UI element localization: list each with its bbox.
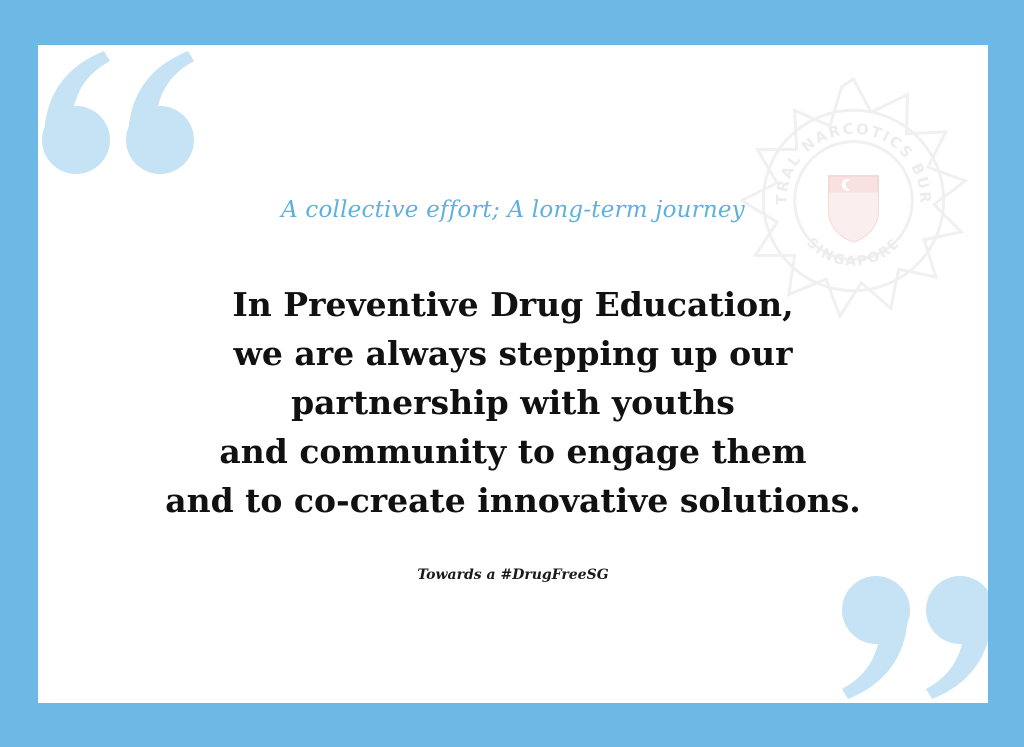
quote-card: CENTRAL NARCOTICS BUREAU SINGAPORE A col… [38, 45, 988, 703]
quote-line: and to co-create innovative solutions. [165, 481, 861, 520]
quote-line: partnership with youths [291, 383, 735, 422]
quote-line: we are always stepping up our [233, 334, 793, 373]
open-quote-icon [42, 51, 194, 174]
main-quote: In Preventive Drug Education, we are alw… [38, 280, 988, 525]
quote-line: In Preventive Drug Education, [232, 285, 794, 324]
close-quote-icon [842, 576, 988, 699]
quote-line: and community to engage them [219, 432, 807, 471]
subtitle: A collective effort; A long-term journey [281, 197, 745, 223]
